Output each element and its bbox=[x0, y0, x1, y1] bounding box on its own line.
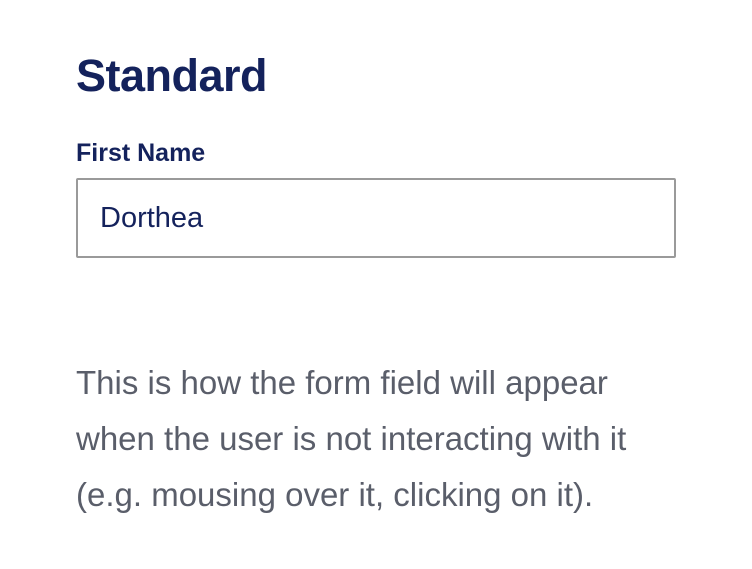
section-title: Standard bbox=[76, 50, 268, 101]
first-name-input[interactable] bbox=[76, 178, 676, 258]
form-section-standard: Standard First Name bbox=[76, 50, 676, 258]
first-name-label: First Name bbox=[76, 139, 206, 167]
field-state-description: This is how the form field will appear w… bbox=[76, 364, 627, 513]
